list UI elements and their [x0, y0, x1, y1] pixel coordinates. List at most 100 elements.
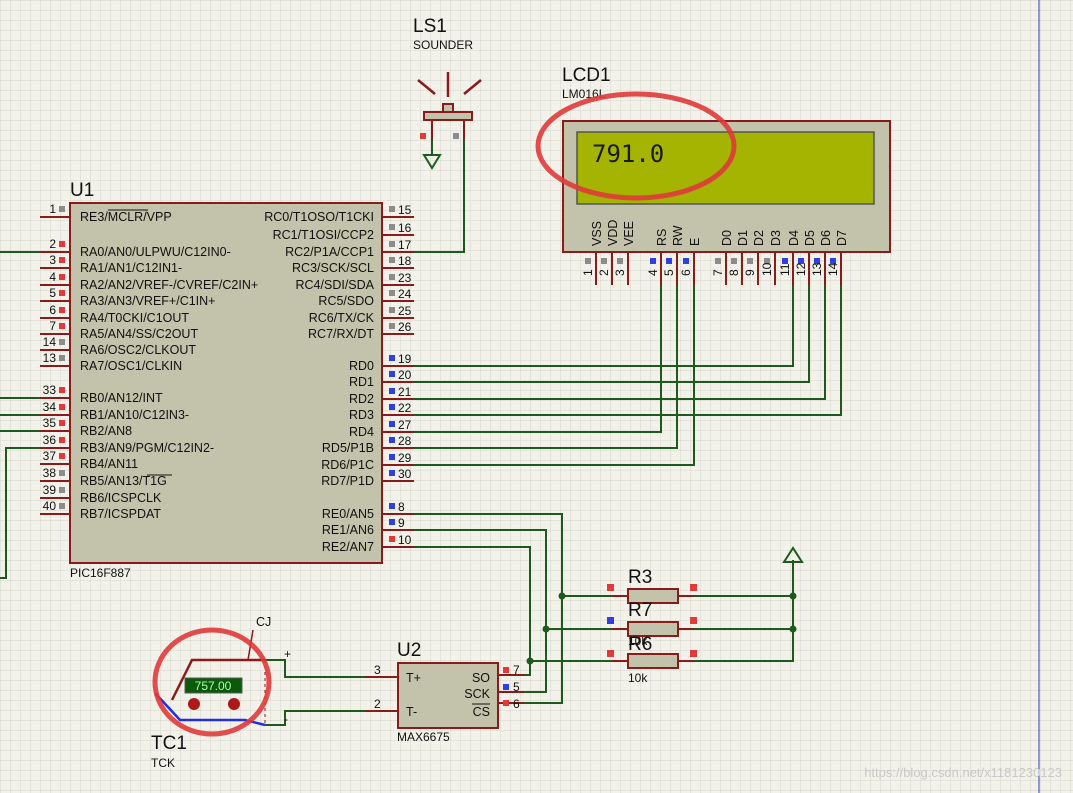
lcd-pin-label: D0	[720, 230, 734, 246]
u1-pin-num: 22	[398, 401, 412, 415]
u1-pin-num: 36	[43, 433, 57, 447]
lcd-pin-num: 3	[613, 269, 627, 276]
u1-pin-label: RD7/P1D	[321, 474, 374, 488]
u1-pin-label: RB0/AN12/INT	[80, 391, 163, 405]
u1-pin-num: 29	[398, 451, 412, 465]
u1-pin-num: 35	[43, 416, 57, 430]
u1-pin-label: RB7/ICSPDAT	[80, 507, 161, 521]
u1-pin-num: 20	[398, 368, 412, 382]
u2-value: MAX6675	[397, 730, 450, 744]
u1-pin-num: 38	[43, 466, 57, 480]
u1-pin-label: RB2/AN8	[80, 424, 132, 438]
lcd-pin-label: D7	[835, 230, 849, 246]
u1-pin-label: RB6/ICSPCLK	[80, 491, 162, 505]
r3-ref: R3	[628, 567, 652, 588]
u1-pin-num: 5	[49, 286, 56, 300]
r7-ref: R7	[628, 600, 652, 621]
r6-ref: R6	[628, 634, 652, 655]
lcd-pin-label: D5	[803, 230, 817, 246]
lcd-pin-num: 1	[581, 269, 595, 276]
lcd-pin-num: 2	[597, 269, 611, 276]
u1-pin-num: 37	[43, 449, 57, 463]
u1-pin-label: RD3	[349, 408, 374, 422]
u1-pin-num: 7	[49, 319, 56, 333]
lcd-pin-num: 13	[810, 262, 824, 276]
r6-value: 10k	[628, 671, 648, 685]
u1-pin-label: RC6/TX/CK	[309, 311, 375, 325]
u2-pin-num: 5	[513, 680, 520, 694]
u1-ref: U1	[70, 180, 94, 201]
u2-pin-label: T+	[406, 671, 421, 685]
lcd-pin-num: 6	[679, 269, 693, 276]
u1-pin-num: 26	[398, 320, 412, 334]
u1-pin-label: RC7/RX/DT	[308, 327, 374, 341]
microcontroller-u1[interactable]: U1 PIC16F887 1 RE3/MCLR/VPP 2 RA0/AN0/ULPWU…	[40, 180, 414, 580]
u1-pin-num: 2	[49, 237, 56, 251]
u1-pin-num: 27	[398, 418, 412, 432]
u2-pin-label: SCK	[464, 687, 490, 701]
watermark: https://blog.csdn.net/x1181230123	[864, 765, 1062, 780]
lcd-pin-label: VSS	[590, 221, 604, 246]
u1-pin-label: RC3/SCK/SCL	[292, 261, 374, 275]
lcd-pin-label: RW	[671, 225, 685, 246]
u1-pin-num: 33	[43, 383, 57, 397]
tc1-minus: -	[284, 712, 288, 726]
u1-pin-num: 10	[398, 533, 412, 547]
tc1-ref: TC1	[151, 733, 187, 754]
u1-pin-label: RA7/OSC1/CLKIN	[80, 359, 182, 373]
u1-pin-num: 15	[398, 203, 412, 217]
u1-pin-label: RC1/T1OSI/CCP2	[273, 228, 374, 242]
u2-pin-label: SO	[472, 671, 490, 685]
u1-pin-num: 8	[398, 500, 405, 514]
u1-pin-label: RE2/AN7	[322, 540, 374, 554]
u1-pin-num: 24	[398, 287, 412, 301]
u1-pin-num: 3	[49, 253, 56, 267]
tc1-reading: 757.00	[195, 679, 232, 693]
lcd-pin-label: D4	[787, 230, 801, 246]
lcd-pin-label: D1	[736, 230, 750, 246]
u1-pin-num: 13	[43, 351, 57, 365]
tc1-cj-label: CJ	[256, 615, 271, 629]
lcd-pin-label: VEE	[622, 221, 636, 246]
u1-pin-num: 40	[43, 499, 57, 513]
u1-pin-num: 1	[49, 202, 56, 216]
u1-pin-num: 9	[398, 516, 405, 530]
u1-pin-label: RD0	[349, 359, 374, 373]
lcd-pin-num: 14	[826, 262, 840, 276]
u1-pin-label: RA1/AN1/C12IN1-	[80, 261, 182, 275]
u1-pin-num: 4	[49, 270, 56, 284]
u1-pin-label: RE1/AN6	[322, 523, 374, 537]
u1-pin-label: RA2/AN2/VREF-/CVREF/C2IN+	[80, 278, 258, 292]
lcd-pin-label: D6	[819, 230, 833, 246]
u1-pin-label: RD2	[349, 392, 374, 406]
u1-pin-label: RD5/P1B	[322, 441, 374, 455]
u2-pin-label: T-	[406, 705, 417, 719]
u1-pin-label: RA0/AN0/ULPWU/C12IN0-	[80, 245, 231, 259]
tc1-value: TCK	[151, 756, 175, 770]
u1-pin-num: 14	[43, 335, 57, 349]
increase-icon[interactable]	[228, 698, 240, 710]
decrease-icon[interactable]	[188, 698, 200, 710]
schematic-canvas[interactable]: LS1 SOUNDER LCD1 LM016L 791.0 VSS1VDD2VE…	[0, 0, 1073, 793]
u1-pin-label: RA5/AN4/SS/C2OUT	[80, 327, 198, 341]
lcd-pin-num: 11	[778, 263, 792, 276]
u1-pin-num: 17	[398, 238, 412, 252]
u1-pin-num: 39	[43, 483, 57, 497]
u1-pin-num: 23	[398, 271, 412, 285]
u2-pin-num: 3	[374, 663, 381, 677]
u1-pin-label: RC0/T1OSO/T1CKI	[264, 210, 374, 224]
u1-pin-num: 34	[43, 400, 57, 414]
u1-pin-label: RB3/AN9/PGM/C12IN2-	[80, 441, 214, 455]
u1-pin-num: 16	[398, 221, 412, 235]
lcd-pin-num: 4	[646, 269, 660, 276]
u2-ref: U2	[397, 640, 421, 661]
lcd-pin-num: 12	[794, 262, 808, 276]
u1-pin-label: RA6/OSC2/CLKOUT	[80, 343, 196, 357]
u1-pin-label: RB4/AN11	[80, 457, 138, 471]
u1-pin-num: 18	[398, 254, 412, 268]
lcd-pin-label: E	[688, 238, 702, 246]
lcd-pin-label: VDD	[606, 220, 620, 246]
ls1-value: SOUNDER	[413, 38, 473, 52]
lcd-pin-num: 8	[727, 269, 741, 276]
u1-pin-label: RC4/SDI/SDA	[296, 278, 375, 292]
